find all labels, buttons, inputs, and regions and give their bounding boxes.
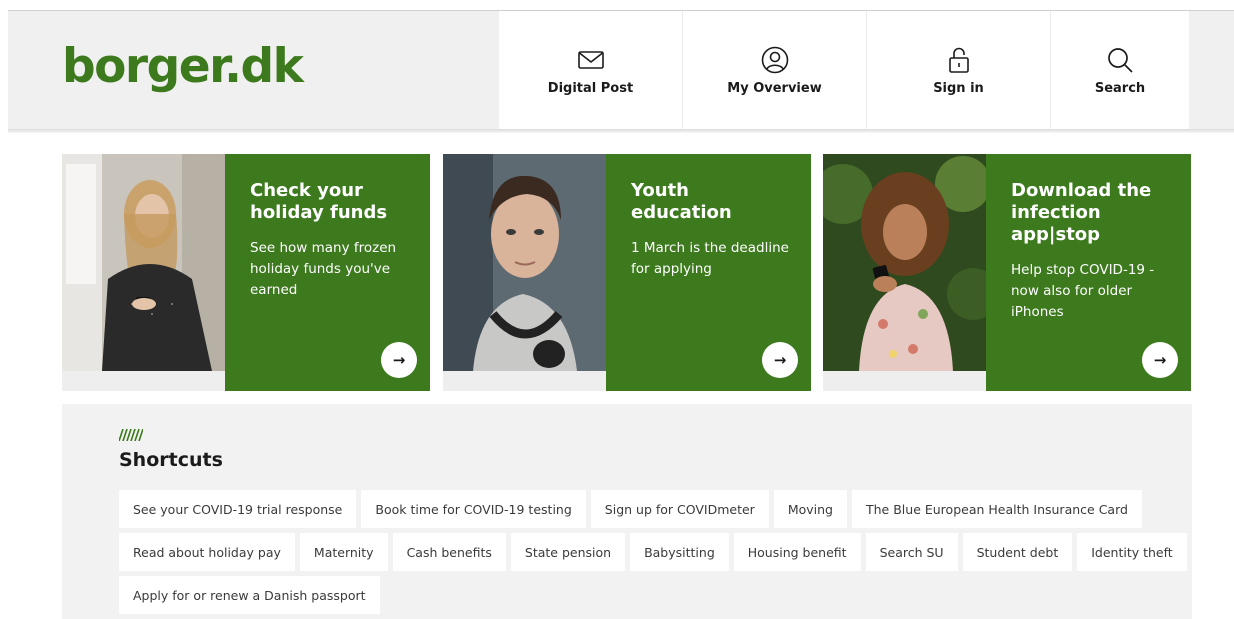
nav-my-overview-label: My Overview [727,80,822,96]
card-title: Youth education [631,180,732,223]
borger-logo[interactable]: borger.dk [62,39,304,94]
arrow-right-icon[interactable]: → [381,342,417,378]
shortcut-chip[interactable]: Sign up for COVIDmeter [590,490,769,528]
nav-sign-in[interactable]: Sign in [867,11,1051,129]
card-text: See how many frozen holiday funds you've… [250,240,397,298]
shortcuts-title: Shortcuts [119,449,223,471]
card-image-strip [62,371,225,391]
young-man-portrait-image [443,154,606,371]
nav-search-label: Search [1094,80,1146,96]
top-nav: Digital Post My Overview Sign in Search [499,11,1189,129]
feature-card-youth-education[interactable]: Youth education 1 March is the deadline … [443,154,811,391]
shortcut-chip[interactable]: See your COVID-19 trial response [119,490,357,528]
shortcut-chip[interactable]: Cash benefits [392,533,506,571]
nav-search[interactable]: Search [1051,11,1189,129]
shortcut-chip[interactable]: Search SU [865,533,958,571]
shortcuts-section: Shortcuts See your COVID-19 trial respon… [62,404,1192,619]
card-content: Download the infection app|stop Help sto… [986,154,1191,391]
nav-my-overview[interactable]: My Overview [683,11,867,129]
shortcut-chip[interactable]: The Blue European Health Insurance Card [852,490,1142,528]
shortcut-chip[interactable]: Babysitting [630,533,729,571]
shortcut-chip[interactable]: Identity theft [1077,533,1187,571]
card-title: Check your holiday funds [250,180,388,223]
shortcut-chip[interactable]: Book time for COVID-19 testing [361,490,586,528]
card-content: Check your holiday funds See how many fr… [225,154,430,391]
shortcut-chip[interactable]: Housing benefit [733,533,861,571]
arrow-right-icon[interactable]: → [762,342,798,378]
feature-card-infection-app[interactable]: Download the infection app|stop Help sto… [823,154,1191,391]
feature-card-holiday-funds[interactable]: Check your holiday funds See how many fr… [62,154,430,391]
user-circle-icon [761,46,788,73]
card-text: 1 March is the deadline for applying [631,240,789,277]
shortcut-chip[interactable]: Student debt [962,533,1073,571]
shortcut-chips: See your COVID-19 trial response Book ti… [119,490,1187,619]
chip-row: See your COVID-19 trial response Book ti… [119,490,1179,528]
lock-icon [948,47,969,73]
shortcut-chip[interactable]: Moving [773,490,847,528]
header-shadow [8,129,1234,133]
nav-digital-post-label: Digital Post [547,80,634,96]
shortcut-chip[interactable]: Read about holiday pay [119,533,295,571]
card-text: Help stop COVID-19 - now also for older … [1011,262,1155,320]
woman-using-phone-image [823,154,986,371]
woman-with-phone-image [62,154,225,371]
chip-row: Apply for or renew a Danish passport [119,576,1179,614]
shortcut-chip[interactable]: Maternity [299,533,388,571]
card-content: Youth education 1 March is the deadline … [606,154,811,391]
arrow-right-icon[interactable]: → [1142,342,1178,378]
search-icon [1108,47,1133,73]
nav-sign-in-label: Sign in [933,80,984,96]
card-title: Download the infection app|stop [1011,180,1152,245]
shortcut-chip[interactable]: Apply for or renew a Danish passport [119,576,380,614]
site-header: borger.dk Digital Post My Overview Sign [8,11,1234,129]
nav-digital-post[interactable]: Digital Post [499,11,683,129]
chip-row: Read about holiday pay Maternity Cash be… [119,533,1187,571]
shortcut-chip[interactable]: State pension [510,533,626,571]
envelope-icon [577,50,604,69]
card-image-strip [443,371,606,391]
card-image-strip [823,371,986,391]
stripes-icon [119,429,143,441]
